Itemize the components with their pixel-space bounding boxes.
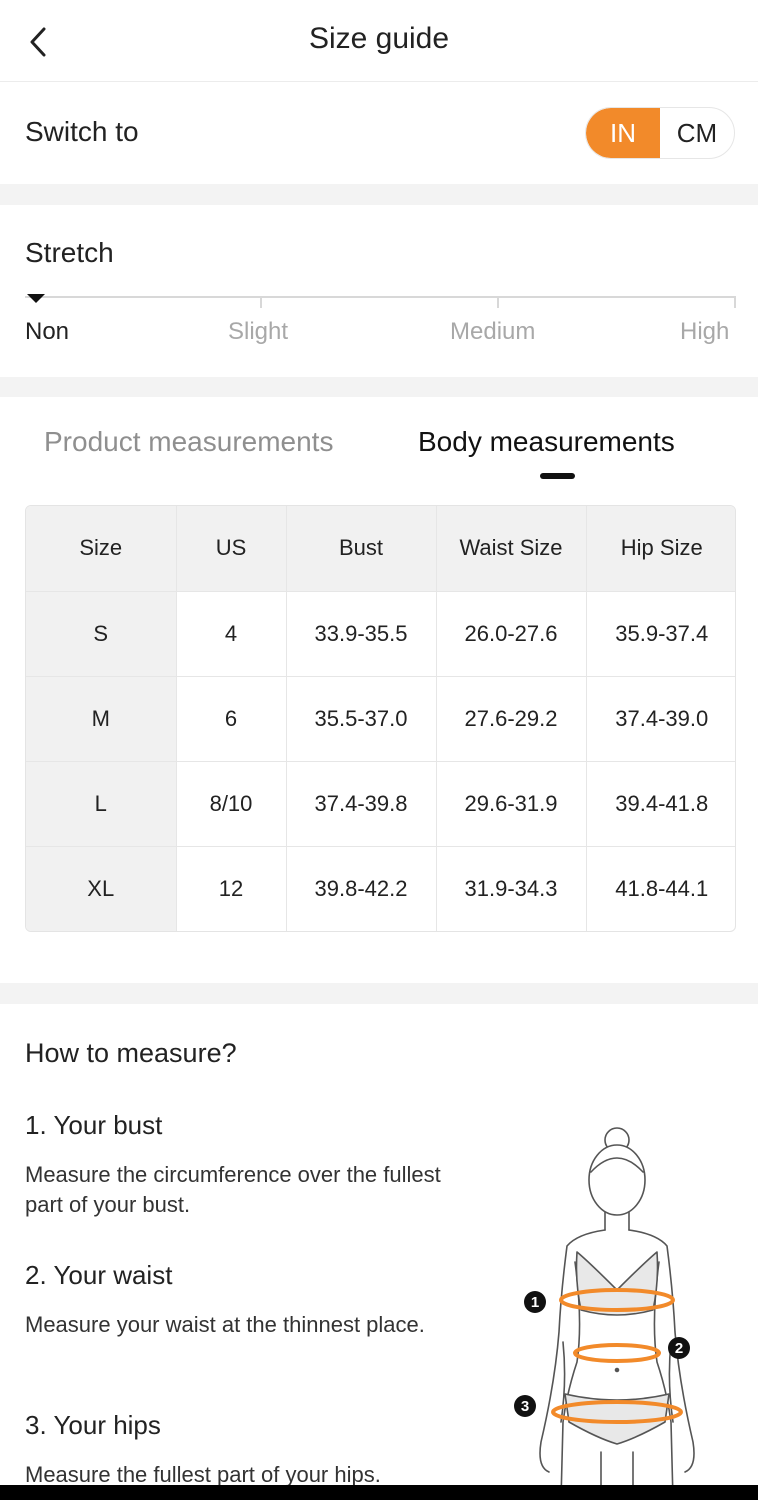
- section-divider: [0, 377, 758, 397]
- stretch-title: Stretch: [25, 237, 114, 268]
- column-header-waist: Waist Size: [436, 506, 587, 592]
- how-to-measure-title: How to measure?: [25, 1038, 237, 1068]
- column-header-hip: Hip Size: [586, 506, 735, 592]
- table-cell: 35.9-37.4: [586, 591, 735, 677]
- table-cell: 26.0-27.6: [436, 591, 587, 677]
- step-bust-text: Measure the circumference over the fulle…: [25, 1162, 441, 1217]
- table-cell: 6: [176, 676, 287, 762]
- marker-3-label: 3: [521, 1398, 529, 1415]
- column-header-size: Size: [26, 506, 177, 592]
- table-cell-size: S: [26, 591, 177, 677]
- stretch-tick: [734, 296, 736, 308]
- size-table: Size US Bust Waist Size Hip Size S 4 33.…: [25, 505, 736, 932]
- unit-option-in[interactable]: IN: [586, 108, 660, 158]
- table-cell-size: L: [26, 761, 177, 847]
- table-cell: 41.8-44.1: [615, 875, 709, 901]
- step-bust-title: 1. Your bust: [25, 1110, 163, 1140]
- section-divider: [0, 184, 758, 205]
- table-cell: 8/10: [176, 761, 287, 847]
- step-hips-title: 3. Your hips: [25, 1410, 161, 1440]
- table-cell-size: XL: [26, 846, 177, 931]
- stretch-level-slight: Slight: [228, 318, 289, 345]
- table-row: XL 12 39.8-42.2 31.9-34.3 41.8-44.1: [26, 846, 735, 931]
- table-cell: 37.4-39.0: [586, 676, 735, 762]
- step-waist-title: 2. Your waist: [25, 1260, 173, 1290]
- table-cell: 12: [176, 846, 287, 931]
- table-header-row: Size US Bust Waist Size Hip Size: [26, 506, 735, 592]
- measurements-section: Product measurements Body measurements S…: [0, 397, 758, 983]
- stretch-tick: [497, 296, 499, 308]
- table-cell: 29.6-31.9: [436, 761, 587, 847]
- how-to-measure-section: How to measure? 1. Your bust Measure the…: [0, 1004, 758, 1500]
- column-header-us: US: [176, 506, 287, 592]
- stretch-level-high: High: [680, 318, 730, 345]
- table-cell: 4: [176, 591, 287, 677]
- stretch-scale-track: [25, 296, 735, 298]
- section-divider: [0, 983, 758, 1004]
- unit-option-cm[interactable]: CM: [660, 108, 734, 158]
- stretch-indicator-icon: [27, 294, 45, 303]
- table-row: M 6 35.5-37.0 27.6-29.2 37.4-39.0: [26, 676, 735, 762]
- table-row: S 4 33.9-35.5 26.0-27.6 35.9-37.4: [26, 591, 735, 677]
- stretch-section: Stretch Non Slight Medium High: [0, 205, 758, 377]
- tab-body-measurements[interactable]: Body measurements: [418, 426, 675, 458]
- table-cell: 37.4-39.8: [286, 761, 437, 847]
- table-cell: 31.9-34.3: [436, 846, 587, 931]
- table-cell: 39.4-41.8: [586, 761, 735, 847]
- table-cell: 35.5-37.0: [286, 676, 437, 762]
- system-navigation-bar: [0, 1485, 758, 1500]
- column-header-bust: Bust: [286, 506, 437, 592]
- tab-product-measurements[interactable]: Product measurements: [44, 426, 333, 458]
- table-cell: 27.6-29.2: [436, 676, 587, 762]
- marker-1-label: 1: [531, 1294, 539, 1311]
- table-row: L 8/10 37.4-39.8 29.6-31.9 39.4-41.8: [26, 761, 735, 847]
- stretch-level-non: Non: [25, 318, 70, 345]
- stretch-level-medium: Medium: [450, 318, 536, 345]
- unit-toggle: IN CM: [585, 107, 735, 159]
- table-cell-size: M: [26, 676, 177, 762]
- stretch-tick: [260, 296, 262, 308]
- table-cell: 33.9-35.5: [286, 591, 437, 677]
- step-waist-text: Measure your waist at the thinnest place…: [25, 1312, 425, 1337]
- body-measurement-figure: 1 2 3: [514, 1127, 695, 1500]
- page-title: Size guide: [308, 22, 450, 55]
- switch-label: Switch to: [25, 116, 139, 147]
- marker-2-label: 2: [675, 1340, 683, 1357]
- table-cell: 39.8-42.2: [286, 846, 437, 931]
- active-tab-indicator: [540, 473, 575, 479]
- header-bar: Size guide: [0, 0, 758, 82]
